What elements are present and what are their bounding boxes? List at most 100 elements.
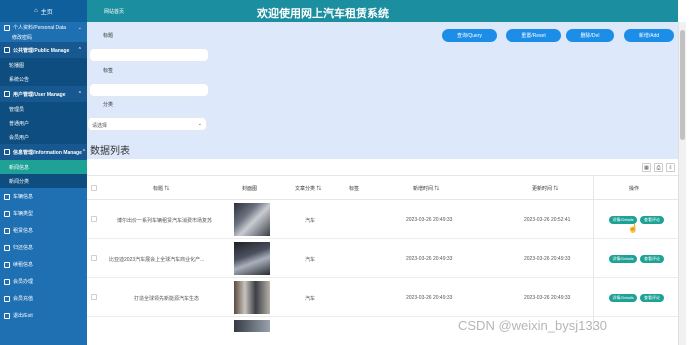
details-button[interactable]: 详情/Details [609, 294, 637, 302]
sidebar-group-label: 信息管理/Information Manage [13, 149, 82, 156]
comments-button[interactable]: 查看评论 [640, 216, 664, 224]
sidebar-group-label: 公共管理/Public Manage [13, 47, 70, 54]
title-label: 标题 [103, 33, 114, 39]
query-button[interactable]: 查询/Query [442, 29, 497, 42]
details-button[interactable]: 详情/Details [609, 255, 637, 263]
sidebar-item-rentals[interactable]: 租赁信息 [0, 222, 87, 239]
sidebar-home[interactable]: ⌂ 主页 [0, 0, 87, 22]
sidebar-item-label: 管理员 [9, 106, 25, 113]
watermark: CSDN @weixin_bysj1330 [458, 318, 608, 333]
tag-input[interactable] [89, 83, 209, 97]
column-title[interactable]: 标题 ⇅ [153, 185, 169, 192]
row-title: 打造全球领先新能源汽车生态 [134, 296, 200, 302]
category-select-value: 请选择 [92, 123, 108, 129]
sidebar-item-renewals[interactable]: 续租信息 [0, 256, 87, 273]
column-label: 文章分类 [295, 186, 316, 192]
sidebar-group-label: 用户管理/User Manage [13, 91, 66, 98]
row-updated: 2023-03-26 20:49:33 [524, 256, 571, 262]
chevron-down-icon: ⌄ [197, 121, 202, 127]
column-created[interactable]: 新增时间 ⇅ [413, 185, 439, 192]
column-category[interactable]: 文章分类 ⇅ [295, 185, 321, 192]
sidebar-item-label: 修改密码 [12, 35, 33, 41]
sidebar-item-news[interactable]: 新闻信息 [0, 160, 87, 174]
sidebar-item-announcement[interactable]: 系统公告 [0, 72, 87, 86]
row-title: 博尔出价一系列车辆租赁汽车消费市场复苏 [117, 218, 213, 224]
list-title: 数据列表 [90, 146, 130, 157]
row-category: 汽车 [305, 257, 316, 263]
sidebar-group-public[interactable]: 公共管理/Public Manage ⌃ [0, 42, 87, 58]
sidebar-item-membership[interactable]: 会员办理 [0, 273, 87, 290]
delete-button[interactable]: 删除/Del [566, 29, 614, 42]
sidebar-item-label: 车辆信息 [13, 194, 34, 200]
row-created: 2023-03-26 20:49:33 [406, 295, 453, 301]
sidebar-item-label: 会员用户 [9, 134, 30, 141]
sort-icon: ⇅ [434, 186, 440, 192]
row-created: 2023-03-26 20:49:33 [406, 256, 453, 262]
sidebar-item-vehicles[interactable]: 车辆信息 [0, 188, 87, 205]
reset-button-label: 重置/Reset [521, 33, 546, 39]
add-button[interactable]: 新增/Add [624, 29, 674, 42]
scrollbar-thumb[interactable] [680, 30, 685, 140]
column-label: 标题 [153, 186, 164, 192]
category-select[interactable]: 请选择 ⌄ [87, 117, 207, 131]
sidebar-item-members[interactable]: 会员用户 [0, 130, 87, 144]
table-row[interactable]: 比亚迪2023汽车展会上全球汽车商业化产... 汽车 2023-03-26 20… [87, 239, 678, 278]
cover-image [234, 242, 270, 275]
reset-button[interactable]: 重置/Reset [506, 29, 561, 42]
sidebar-item-label: 租赁信息 [13, 228, 34, 234]
sidebar-item-normal-users[interactable]: 普通用户 [0, 116, 87, 130]
select-all-checkbox[interactable] [91, 185, 97, 191]
sidebar-item-recharge[interactable]: 会员充值 [0, 290, 87, 307]
print-icon[interactable]: ⎙ [654, 163, 663, 172]
sidebar-item-carousel[interactable]: 轮播图 [0, 58, 87, 72]
chevron-up-icon: ⌃ [77, 47, 82, 53]
category-label: 分类 [103, 102, 114, 108]
export-icon[interactable]: ⇩ [666, 163, 675, 172]
details-button[interactable]: 详情/Details [609, 216, 637, 224]
sidebar-item-exit[interactable]: 退出/Exit [0, 307, 87, 324]
sidebar-item-admin[interactable]: 管理员 [0, 102, 87, 116]
sidebar-item-label: 普通用户 [9, 120, 30, 127]
sort-icon: ⇅ [553, 186, 559, 192]
row-checkbox[interactable] [91, 294, 97, 300]
column-cover: 封面图 [242, 186, 258, 192]
folder-icon [4, 47, 10, 53]
column-tag: 标签 [349, 186, 360, 192]
table-row[interactable]: 打造全球领先新能源汽车生态 汽车 2023-03-26 20:49:33 202… [87, 278, 678, 317]
sidebar-item-returns[interactable]: 归还信息 [0, 239, 87, 256]
sidebar-group-info[interactable]: 信息管理/Information Manage ⌃ [0, 144, 87, 160]
sidebar-home-label: 主页 [40, 9, 53, 16]
sidebar-item-label: 续租信息 [13, 262, 34, 268]
vertical-scrollbar[interactable] [678, 22, 686, 345]
comments-button[interactable]: 查看评论 [640, 255, 664, 263]
row-updated: 2023-03-26 20:52:41 [524, 217, 571, 223]
sidebar-item-news-category[interactable]: 新闻分类 [0, 174, 87, 188]
breadcrumb[interactable]: 网站首页 [104, 8, 124, 15]
grid-icon[interactable]: ▦ [642, 163, 651, 172]
logout-icon [4, 312, 10, 319]
sidebar-item-label: 系统公告 [9, 76, 30, 83]
sort-icon: ⇅ [316, 186, 322, 192]
actions-column-divider [593, 176, 678, 199]
cover-image [234, 281, 270, 314]
delete-button-label: 删除/Del [580, 33, 600, 39]
sidebar-item-vehicle-types[interactable]: 车辆类型 [0, 205, 87, 222]
table-header: 标题 ⇅ 封面图 文章分类 ⇅ 标签 新增时间 ⇅ 更新时间 ⇅ 操作 [87, 176, 678, 200]
table-row[interactable]: 博尔出价一系列车辆租赁汽车消费市场复苏 汽车 2023-03-26 20:49:… [87, 200, 678, 239]
title-input[interactable] [89, 48, 209, 62]
chevron-up-icon: ⌃ [81, 149, 87, 155]
refresh-icon [4, 261, 10, 268]
sidebar-group-personal[interactable]: 个人资料/Personal Data ⌄ [0, 22, 87, 33]
sidebar-item-change-password[interactable]: 修改密码 [0, 33, 87, 42]
column-updated[interactable]: 更新时间 ⇅ [532, 185, 558, 192]
home-icon: ⌂ [34, 8, 38, 14]
sidebar-item-label: 车辆类型 [13, 211, 34, 217]
row-checkbox[interactable] [91, 216, 97, 222]
row-checkbox[interactable] [91, 255, 97, 261]
tag-label: 标签 [103, 68, 114, 74]
cover-image [234, 203, 270, 236]
comments-button[interactable]: 查看评论 [640, 294, 664, 302]
wallet-icon [4, 295, 10, 302]
sort-icon: ⇅ [164, 186, 170, 192]
sidebar-group-users[interactable]: 用户管理/User Manage ⌃ [0, 86, 87, 102]
